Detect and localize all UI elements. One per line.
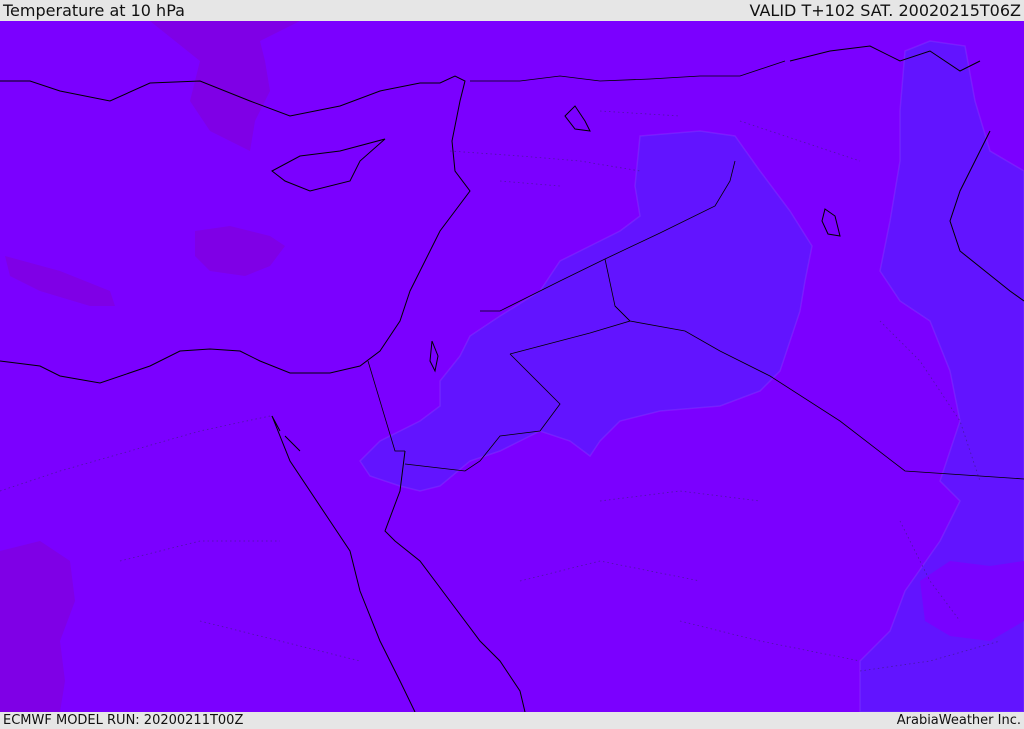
map-panel[interactable] (0, 21, 1024, 712)
credit-label: ArabiaWeather Inc. (896, 713, 1021, 728)
warmer-patch-sw (0, 541, 75, 712)
header-bar: Temperature at 10 hPa VALID T+102 SAT. 2… (0, 0, 1024, 21)
map-canvas (0, 21, 1024, 712)
footer-bar: ECMWF MODEL RUN: 20200211T00Z ArabiaWeat… (0, 712, 1024, 729)
valid-time: VALID T+102 SAT. 20020215T06Z (749, 1, 1021, 20)
map-title: Temperature at 10 hPa (3, 1, 185, 20)
model-run-label: ECMWF MODEL RUN: 20200211T00Z (3, 713, 244, 728)
